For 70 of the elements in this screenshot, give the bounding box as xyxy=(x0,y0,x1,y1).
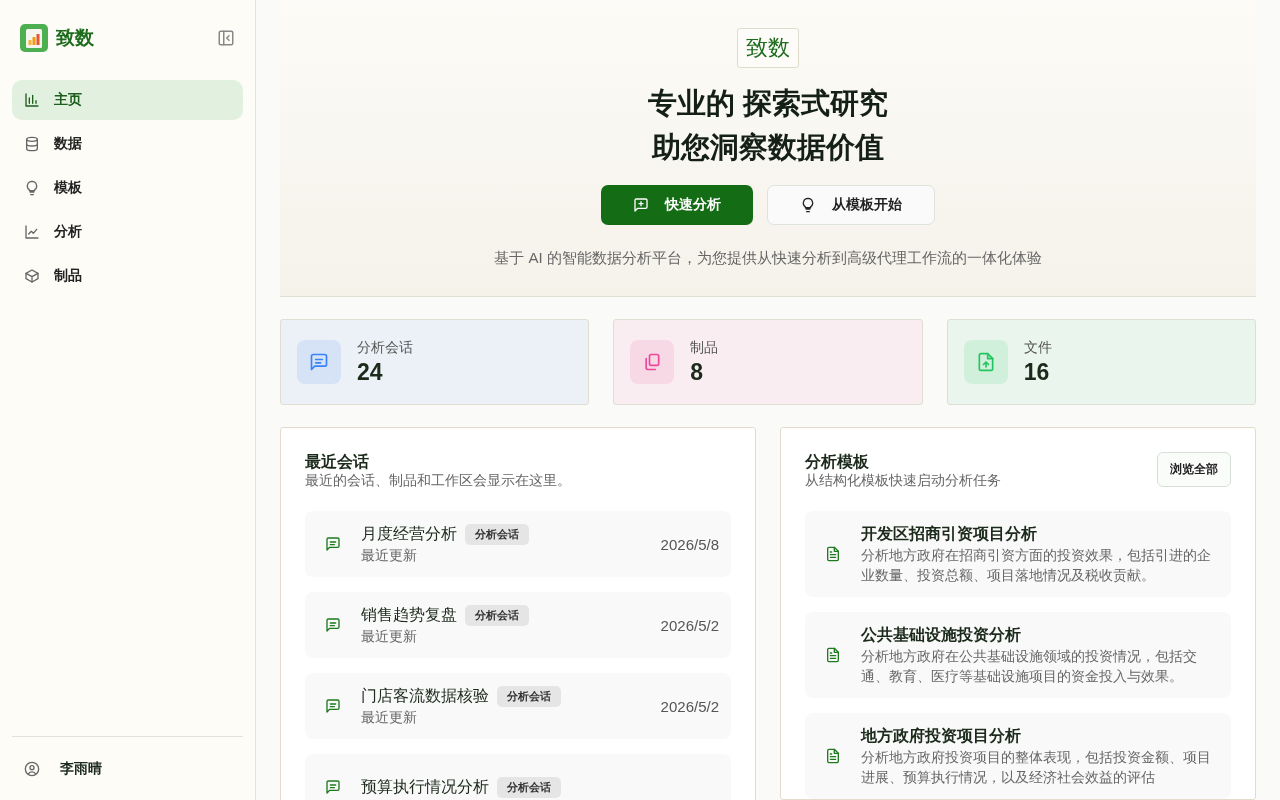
template-title: 开发区招商引资项目分析 xyxy=(861,524,1038,544)
stat-value: 8 xyxy=(690,358,705,386)
nav-item[interactable]: 主页 xyxy=(12,80,243,120)
session-tag: 分析会话 xyxy=(497,685,561,707)
session-tag: 分析会话 xyxy=(497,776,561,798)
template-item[interactable]: 公共基础设施投资分析 分析地方政府在公共基础设施领域的投资情况，包括交通、教育、医疗等基础设施项目的资金投入与效果。 xyxy=(805,612,1231,698)
template-start-button[interactable]: 从模板开始 xyxy=(767,185,935,225)
collapse-sidebar-button[interactable] xyxy=(217,29,235,47)
document-icon xyxy=(825,647,841,663)
hero-subtitle: 基于 AI 的智能数据分析平台，为您提供从快速分析到高级代理工作流的一体化体验 xyxy=(494,249,1042,268)
session-title: 销售趋势复盘 xyxy=(361,604,457,625)
lightbulb-icon xyxy=(24,180,40,196)
stat-value: 16 xyxy=(1023,358,1051,386)
template-title: 公共基础设施投资分析 xyxy=(861,625,1022,645)
copy-icon xyxy=(642,352,663,372)
logo-icon xyxy=(20,24,48,52)
cube-icon xyxy=(24,268,40,284)
database-icon xyxy=(24,136,40,152)
session-item[interactable]: 门店客流数据核验 分析会话 最近更新 2026/5/2 xyxy=(305,673,731,739)
message-plus-icon xyxy=(633,197,649,213)
template-description: 分析地方政府投资项目的整体表现，包括投资金额、项目进展、预算执行情况，以及经济社会效益的评估 xyxy=(861,748,1211,787)
stat-label: 分析会话 xyxy=(357,338,413,357)
session-note: 最近更新 xyxy=(361,627,418,646)
session-tag: 分析会话 xyxy=(465,604,529,626)
nav-item[interactable]: 分析 xyxy=(12,212,243,252)
stat-label: 文件 xyxy=(1023,338,1052,357)
hero-title: 专业的 探索式研究 助您洞察数据价值 xyxy=(647,86,889,165)
stat-value: 24 xyxy=(357,358,384,386)
session-title: 月度经营分析 xyxy=(361,523,457,544)
user-profile[interactable]: 李雨晴 xyxy=(12,736,243,800)
chat-icon xyxy=(309,352,329,372)
template-item[interactable]: 地方政府投资项目分析 分析地方政府投资项目的整体表现，包括投资金额、项目进展、预算执行情况，以及经济社会效益的评估 xyxy=(805,713,1231,799)
session-note: 最近更新 xyxy=(361,546,418,565)
panel-subtitle: 从结构化模板快速启动分析任务 xyxy=(805,471,1001,489)
lightbulb-icon xyxy=(800,197,816,213)
session-item[interactable]: 预算执行情况分析 分析会话 xyxy=(305,754,731,800)
session-item[interactable]: 月度经营分析 分析会话 最近更新 2026/5/8 xyxy=(305,511,731,577)
user-icon xyxy=(24,760,40,777)
brand-name: 致数 xyxy=(56,26,95,50)
session-date: 2026/5/8 xyxy=(660,535,719,553)
nav-item[interactable]: 模板 xyxy=(12,168,243,208)
session-tag: 分析会话 xyxy=(465,523,529,545)
quick-analysis-button[interactable]: 快速分析 xyxy=(601,185,753,225)
chat-icon xyxy=(325,617,341,633)
nav-item[interactable]: 制品 xyxy=(12,256,243,296)
session-title: 预算执行情况分析 xyxy=(361,776,489,797)
session-note: 最近更新 xyxy=(361,708,418,727)
chat-icon xyxy=(325,536,341,552)
panel-subtitle: 最近的会话、制品和工作区会显示在这里。 xyxy=(305,471,571,489)
chat-icon xyxy=(325,698,341,714)
chat-icon xyxy=(325,779,341,795)
panel-title: 最近会话 xyxy=(305,452,370,471)
nav-item[interactable]: 数据 xyxy=(12,124,243,164)
browse-all-button[interactable]: 浏览全部 xyxy=(1157,452,1231,487)
stat-label: 制品 xyxy=(690,338,719,357)
template-description: 分析地方政府在招商引资方面的投资效果，包括引进的企业数量、投资总额、项目落地情况及税收贡献。 xyxy=(861,546,1211,585)
bar-chart-icon xyxy=(24,92,40,108)
template-description: 分析地方政府在公共基础设施领域的投资情况，包括交通、教育、医疗等基础设施项目的资金投入与效果。 xyxy=(861,647,1198,686)
panel-title: 分析模板 xyxy=(805,452,870,471)
template-item[interactable]: 开发区招商引资项目分析 分析地方政府在招商引资方面的投资效果，包括引进的企业数量、投资总额、项目落地情况及税收贡献。 xyxy=(805,511,1231,597)
session-title: 门店客流数据核验 xyxy=(361,685,489,706)
template-title: 地方政府投资项目分析 xyxy=(861,726,1022,746)
session-date: 2026/5/2 xyxy=(660,697,719,715)
sidebar-toggle-icon xyxy=(217,29,235,47)
brand-badge: 致数 xyxy=(737,28,799,68)
line-chart-icon xyxy=(24,224,40,240)
session-date: 2026/5/2 xyxy=(660,616,719,634)
session-item[interactable]: 销售趋势复盘 分析会话 最近更新 2026/5/2 xyxy=(305,592,731,658)
document-icon xyxy=(825,748,841,764)
document-icon xyxy=(825,546,841,562)
